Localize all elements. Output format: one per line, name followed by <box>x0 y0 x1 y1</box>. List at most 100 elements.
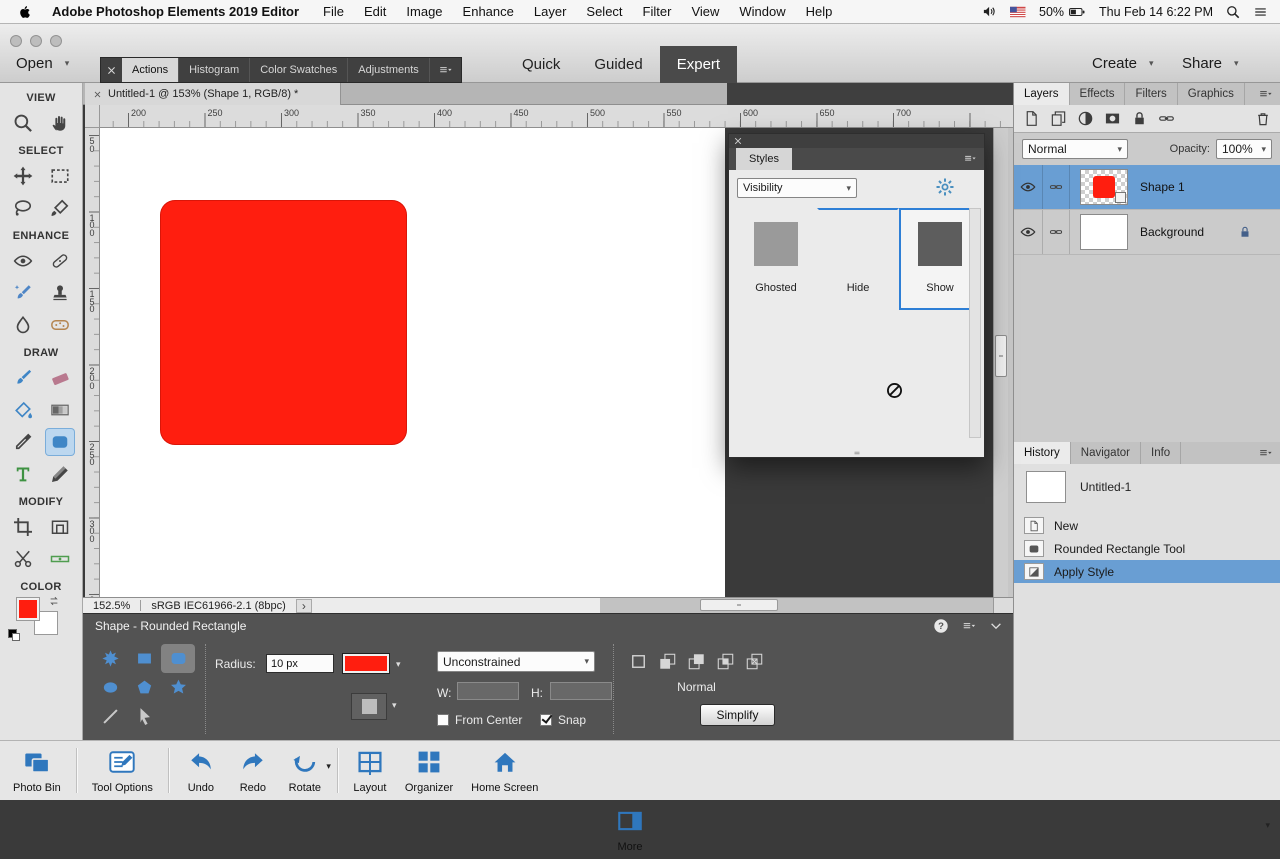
taskbar-photo-bin[interactable]: Photo Bin <box>4 741 70 800</box>
exclude-shape-button[interactable] <box>741 650 768 673</box>
combine-caret-icon[interactable]: ▾ <box>392 700 397 711</box>
red-rounded-rectangle-shape[interactable] <box>160 200 407 445</box>
history-tab-info[interactable]: Info <box>1141 442 1181 464</box>
horizontal-scrollbar-thumb[interactable] <box>700 599 778 611</box>
link-icon[interactable] <box>1158 110 1175 127</box>
clone-stamp-tool[interactable] <box>46 280 74 306</box>
layer-thumbnail[interactable] <box>1080 169 1128 205</box>
history-item-new[interactable]: New <box>1014 514 1280 537</box>
menu-enhance[interactable]: Enhance <box>453 4 524 19</box>
history-item-apply-style[interactable]: Apply Style <box>1014 560 1280 583</box>
hand-tool[interactable] <box>46 110 74 136</box>
quick-selection-tool[interactable] <box>46 195 74 221</box>
custom-shape-tool[interactable] <box>93 644 127 673</box>
paint-bucket-tool[interactable] <box>9 397 37 423</box>
create-new-shape-button[interactable] <box>625 650 652 673</box>
layers-tab-layers[interactable]: Layers <box>1014 83 1070 105</box>
checkbox[interactable] <box>437 714 449 726</box>
radius-input[interactable] <box>266 654 334 673</box>
adjustment-layer-icon[interactable] <box>1077 110 1094 127</box>
zoom-level[interactable]: 152.5% <box>83 600 140 612</box>
styles-scrollbar[interactable] <box>969 208 981 438</box>
layer-lock-icon[interactable] <box>1238 225 1252 239</box>
pencil-tool[interactable] <box>46 461 74 487</box>
panel-menu-icon[interactable] <box>1257 88 1274 101</box>
type-tool[interactable] <box>9 461 37 487</box>
layer-thumbnail[interactable] <box>1080 214 1128 250</box>
menu-help[interactable]: Help <box>796 4 843 19</box>
menu-file[interactable]: File <box>313 4 354 19</box>
status-expand-button[interactable]: › <box>296 599 312 613</box>
link-layer-icon[interactable] <box>1049 180 1063 194</box>
document-canvas[interactable] <box>100 128 725 597</box>
opacity-select[interactable]: 100%▾ <box>1216 139 1272 159</box>
close-icon[interactable] <box>733 136 743 146</box>
panel-tab-actions[interactable]: Actions <box>122 58 179 82</box>
shape-combine-button[interactable] <box>351 693 387 720</box>
link-layer-icon[interactable] <box>1049 225 1063 239</box>
layer-row-background[interactable]: Background <box>1014 210 1280 255</box>
swap-colors-icon[interactable] <box>48 595 60 607</box>
mode-tab-guided[interactable]: Guided <box>577 46 659 83</box>
new-layer-icon[interactable] <box>1023 110 1040 127</box>
content-aware-move-tool[interactable] <box>9 546 37 572</box>
menu-bar-clock[interactable]: Thu Feb 14 6:22 PM <box>1099 5 1213 19</box>
lasso-tool[interactable] <box>9 195 37 221</box>
marquee-tool[interactable] <box>46 163 74 189</box>
red-eye-removal-tool[interactable] <box>9 248 37 274</box>
battery-status[interactable]: 50% <box>1039 4 1086 20</box>
spot-healing-brush-tool[interactable] <box>46 248 74 274</box>
subtract-from-shape-button[interactable] <box>683 650 710 673</box>
constraint-select[interactable]: Unconstrained▾ <box>437 651 595 672</box>
default-colors-icon[interactable] <box>8 629 17 638</box>
recompose-tool[interactable] <box>46 514 74 540</box>
smart-brush-tool[interactable] <box>9 280 37 306</box>
taskbar-tool-options[interactable]: Tool Options <box>83 741 162 800</box>
collapse-panel-icon[interactable] <box>989 619 1003 633</box>
visibility-eye-icon[interactable] <box>1020 224 1036 240</box>
mode-tab-quick[interactable]: Quick <box>505 46 577 83</box>
tab-styles[interactable]: Styles <box>736 148 792 170</box>
simplify-button[interactable]: Simplify <box>700 704 775 726</box>
intersect-shape-button[interactable] <box>712 650 739 673</box>
delete-layer-icon[interactable] <box>1255 111 1271 127</box>
from-center-checkbox[interactable]: From Center <box>437 713 522 727</box>
style-ghosted[interactable]: Ghosted <box>735 208 817 310</box>
width-input[interactable] <box>457 682 519 700</box>
create-button[interactable]: Create▾ <box>1092 45 1154 82</box>
panel-tab-adjustments[interactable]: Adjustments <box>348 58 430 82</box>
resize-grip-icon[interactable] <box>850 448 864 458</box>
brush-tool[interactable] <box>9 365 37 391</box>
open-button[interactable]: Open▾ <box>16 45 69 82</box>
taskbar-organizer[interactable]: Organizer <box>396 741 462 800</box>
menu-filter[interactable]: Filter <box>633 4 682 19</box>
styles-panel-titlebar[interactable] <box>729 134 984 148</box>
history-tab-history[interactable]: History <box>1014 442 1071 464</box>
shape-selection-tool[interactable] <box>127 702 161 731</box>
line-tool[interactable] <box>93 702 127 731</box>
taskbar-rotate[interactable]: ▾Rotate <box>279 741 331 800</box>
new-group-icon[interactable] <box>1050 110 1067 127</box>
blend-mode-select[interactable]: Normal▾ <box>1022 139 1128 159</box>
sponge-tool[interactable] <box>46 312 74 338</box>
taskbar-undo[interactable]: Undo <box>175 741 227 800</box>
close-icon[interactable] <box>106 65 117 76</box>
zoom-tool[interactable] <box>9 110 37 136</box>
crop-tool[interactable] <box>9 514 37 540</box>
horizontal-scrollbar[interactable] <box>600 598 993 613</box>
panel-menu-icon[interactable] <box>960 620 978 633</box>
document-tab[interactable]: Untitled-1 @ 153% (Shape 1, RGB/8) * <box>85 83 341 105</box>
foreground-color-swatch[interactable] <box>16 597 40 621</box>
spotlight-search-icon[interactable] <box>1226 5 1240 19</box>
layers-tab-graphics[interactable]: Graphics <box>1178 83 1245 105</box>
star-tool[interactable] <box>161 673 195 702</box>
notification-center-icon[interactable] <box>1253 5 1268 19</box>
height-input[interactable] <box>550 682 612 700</box>
apple-menu-icon[interactable] <box>18 4 32 20</box>
polygon-tool[interactable] <box>127 673 161 702</box>
panel-menu-icon[interactable] <box>962 153 978 165</box>
rectangle-tool[interactable] <box>127 644 161 673</box>
eyedropper-tool[interactable] <box>9 429 37 455</box>
layer-name[interactable]: Background <box>1140 225 1204 239</box>
rounded-rectangle-tool[interactable] <box>161 644 195 673</box>
